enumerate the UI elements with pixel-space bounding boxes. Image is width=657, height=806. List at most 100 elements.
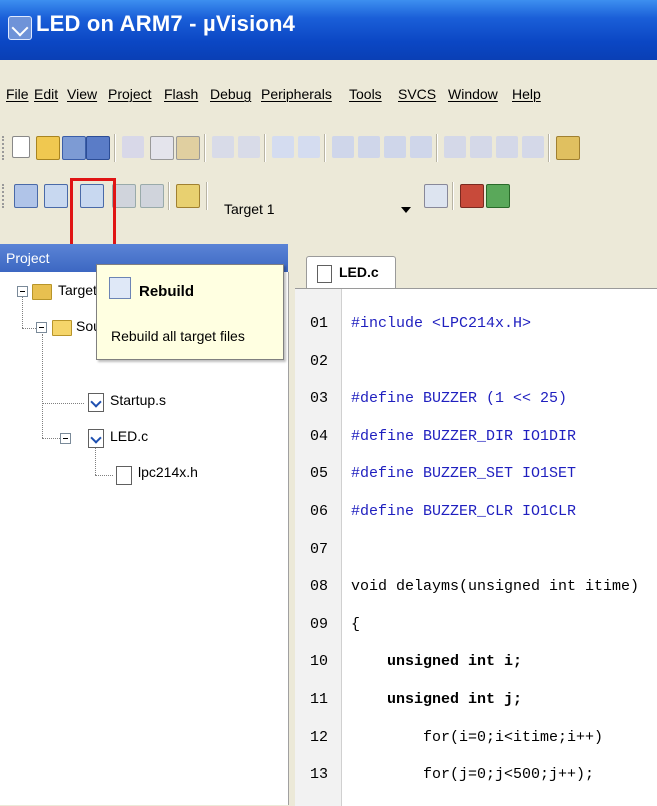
- window-title: LED on ARM7 - µVision4: [36, 11, 296, 36]
- unindent-icon[interactable]: [470, 136, 492, 158]
- code-line: #define BUZZER_CLR IO1CLR: [351, 503, 577, 520]
- tree-item-led-c[interactable]: LED.c: [110, 428, 148, 444]
- target-options-icon[interactable]: [424, 184, 448, 208]
- tree-connector: [22, 292, 23, 328]
- rebuild-tooltip: Rebuild Rebuild all target files: [96, 264, 284, 360]
- menu-edit[interactable]: Edit: [34, 86, 58, 102]
- tree-connector: [42, 403, 84, 404]
- line-number: 09: [310, 616, 329, 633]
- target-folder-icon: [32, 284, 52, 300]
- toolbar-separator: [324, 134, 325, 162]
- c-file-icon: [317, 265, 332, 283]
- group-folder-icon: [52, 320, 72, 336]
- tree-item-header[interactable]: lpc214x.h: [138, 464, 198, 480]
- tree-connector: [42, 438, 62, 439]
- menu-flash[interactable]: Flash: [164, 86, 198, 102]
- collapse-target-toggle[interactable]: [17, 286, 28, 297]
- menu-tools[interactable]: Tools: [349, 86, 382, 102]
- collapse-file-toggle[interactable]: [60, 433, 71, 444]
- translate-icon[interactable]: [14, 184, 38, 208]
- title-bar: LED on ARM7 - µVision4: [0, 0, 657, 60]
- line-number: 04: [310, 428, 329, 445]
- comment-icon[interactable]: [496, 136, 518, 158]
- menu-file[interactable]: File: [6, 86, 29, 102]
- menu-debug[interactable]: Debug: [210, 86, 251, 102]
- stop-build-icon[interactable]: [140, 184, 164, 208]
- menu-project[interactable]: Project: [108, 86, 152, 102]
- line-number-gutter: 01 02 03 04 05 06 07 08 09 10 11 12 13: [295, 289, 342, 806]
- collapse-group-toggle[interactable]: [36, 322, 47, 333]
- code-line: {: [351, 616, 361, 633]
- uncomment-icon[interactable]: [522, 136, 544, 158]
- menu-peripherals[interactable]: Peripherals: [261, 86, 332, 102]
- toolbar-separator: [206, 182, 207, 210]
- toolbar-grip[interactable]: [2, 136, 7, 160]
- toolbar-separator: [204, 134, 205, 162]
- build-icon[interactable]: [44, 184, 68, 208]
- code-line: for(i=0;i<itime;i++): [351, 729, 604, 746]
- bookmark-clear-icon[interactable]: [410, 136, 432, 158]
- save-icon[interactable]: [62, 136, 86, 160]
- undo-icon[interactable]: [212, 136, 234, 158]
- back-arrow-icon[interactable]: [272, 136, 294, 158]
- toolbar-separator: [168, 182, 169, 210]
- target-combo[interactable]: Target 1: [224, 201, 275, 217]
- file-toolbar: [0, 128, 657, 168]
- bookmark-icon[interactable]: [332, 136, 354, 158]
- indent-icon[interactable]: [444, 136, 466, 158]
- line-number: 08: [310, 578, 329, 595]
- line-number: 13: [310, 766, 329, 783]
- toolbar-separator: [114, 134, 115, 162]
- line-number: 11: [310, 691, 329, 708]
- project-panel-title: Project: [6, 250, 50, 266]
- find-in-files-icon[interactable]: [556, 136, 580, 160]
- tooltip-description: Rebuild all target files: [111, 328, 245, 344]
- toolbar-separator: [548, 134, 549, 162]
- menu-view[interactable]: View: [67, 86, 97, 102]
- code-line: #define BUZZER_DIR IO1DIR: [351, 428, 577, 445]
- new-file-icon[interactable]: [12, 136, 30, 158]
- tree-connector: [95, 475, 113, 476]
- cut-icon[interactable]: [122, 136, 144, 158]
- rebuild-icon: [109, 277, 131, 299]
- line-number: 10: [310, 653, 329, 670]
- load-download-icon[interactable]: [176, 184, 200, 208]
- code-line: #define BUZZER (1 << 25): [351, 390, 568, 407]
- tab-led-c[interactable]: LED.c: [306, 256, 396, 289]
- line-number: 05: [310, 465, 329, 482]
- code-line: void delayms(unsigned int itime): [351, 578, 640, 595]
- menu-bar: File Edit View Project Flash Debug Perip…: [0, 82, 657, 110]
- copy-icon[interactable]: [150, 136, 174, 160]
- open-folder-icon[interactable]: [36, 136, 60, 160]
- line-number: 02: [310, 353, 329, 370]
- menu-window[interactable]: Window: [448, 86, 498, 102]
- paste-icon[interactable]: [176, 136, 200, 160]
- code-line: unsigned int j;: [351, 691, 523, 708]
- tree-connector: [95, 448, 96, 475]
- line-number: 07: [310, 541, 329, 558]
- tree-connector: [42, 334, 43, 438]
- asm-file-icon: [88, 393, 104, 412]
- toolbar-separator: [436, 134, 437, 162]
- toolbar-separator: [264, 134, 265, 162]
- chevron-down-icon[interactable]: [399, 201, 411, 217]
- bookmark-next-icon[interactable]: [384, 136, 406, 158]
- save-all-icon[interactable]: [86, 136, 110, 160]
- forward-arrow-icon[interactable]: [298, 136, 320, 158]
- bookmark-prev-icon[interactable]: [358, 136, 380, 158]
- toolbar-separator: [452, 182, 453, 210]
- tree-item-startup[interactable]: Startup.s: [110, 392, 166, 408]
- code-line: #define BUZZER_SET IO1SET: [351, 465, 577, 482]
- code-line: for(j=0;j<500;j++);: [351, 766, 595, 783]
- manage-books-icon[interactable]: [486, 184, 510, 208]
- redo-icon[interactable]: [238, 136, 260, 158]
- code-line: unsigned int i;: [351, 653, 523, 670]
- line-number: 06: [310, 503, 329, 520]
- menu-svcs[interactable]: SVCS: [398, 86, 436, 102]
- code-editor[interactable]: 01 02 03 04 05 06 07 08 09 10 11 12 13 #…: [295, 288, 657, 806]
- toolbar-grip[interactable]: [2, 184, 7, 208]
- manage-project-icon[interactable]: [460, 184, 484, 208]
- header-file-icon: [116, 466, 132, 485]
- line-number: 01: [310, 315, 329, 332]
- menu-help[interactable]: Help: [512, 86, 541, 102]
